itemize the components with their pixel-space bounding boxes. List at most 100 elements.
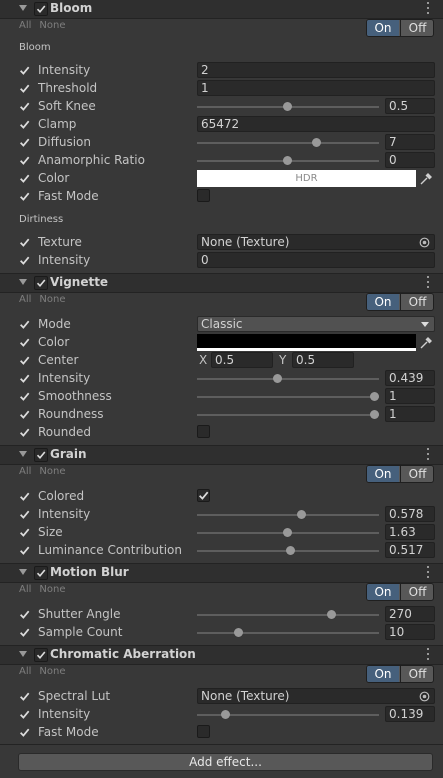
vignette-center-y-input[interactable]: 0.5 — [292, 352, 354, 368]
override-checkbox[interactable] — [19, 609, 30, 620]
slider-track[interactable] — [197, 632, 379, 634]
chevron-down-icon[interactable] — [421, 322, 429, 327]
on-button[interactable]: On — [367, 20, 399, 36]
off-button[interactable]: Off — [400, 466, 433, 482]
eyedropper-icon[interactable] — [418, 335, 434, 351]
collapse-triangle-icon[interactable] — [19, 279, 27, 285]
motionblur-enabled-checkbox[interactable] — [34, 566, 48, 580]
grain-on-off-toggle[interactable]: On Off — [366, 465, 434, 483]
slider-thumb[interactable] — [273, 374, 282, 383]
vignette-header[interactable]: Vignette — [0, 273, 443, 293]
vignette-intensity-input[interactable]: 0.439 — [385, 370, 435, 386]
slider-thumb[interactable] — [312, 138, 321, 147]
slider-thumb[interactable] — [286, 546, 295, 555]
override-checkbox[interactable] — [19, 491, 30, 502]
all-link[interactable]: All — [19, 466, 31, 477]
motionblur-header[interactable]: Motion Blur — [0, 563, 443, 583]
vignette-smoothness-input[interactable]: 1 — [385, 388, 435, 404]
slider-thumb[interactable] — [327, 610, 336, 619]
vignette-center-x-input[interactable]: 0.5 — [211, 352, 273, 368]
override-checkbox[interactable] — [19, 101, 30, 112]
override-checkbox[interactable] — [19, 427, 30, 438]
slider-thumb[interactable] — [370, 392, 379, 401]
chromatic-header[interactable]: Chromatic Aberration — [0, 645, 443, 665]
slider-thumb[interactable] — [283, 156, 292, 165]
override-checkbox[interactable] — [19, 709, 30, 720]
override-checkbox[interactable] — [19, 373, 30, 384]
off-button[interactable]: Off — [400, 584, 433, 600]
grain-intensity-input[interactable]: 0.578 — [385, 506, 435, 522]
on-button[interactable]: On — [367, 466, 399, 482]
chromatic-enabled-checkbox[interactable] — [34, 648, 48, 662]
slider-thumb[interactable] — [283, 102, 292, 111]
override-checkbox[interactable] — [19, 337, 30, 348]
grain-size-input[interactable]: 1.63 — [385, 524, 435, 540]
all-link[interactable]: All — [19, 584, 31, 595]
none-link[interactable]: None — [39, 20, 65, 31]
chromatic-on-off-toggle[interactable]: On Off — [366, 665, 434, 683]
override-checkbox[interactable] — [19, 83, 30, 94]
off-button[interactable]: Off — [400, 20, 433, 36]
grain-luminance-input[interactable]: 0.517 — [385, 542, 435, 558]
vignette-color-swatch[interactable] — [197, 334, 416, 351]
vignette-mode-dropdown[interactable]: Classic — [197, 316, 435, 332]
off-button[interactable]: Off — [400, 294, 433, 310]
override-checkbox[interactable] — [19, 545, 30, 556]
override-checkbox[interactable] — [19, 727, 30, 738]
on-button[interactable]: On — [367, 584, 399, 600]
vignette-rounded-checkbox[interactable] — [197, 425, 210, 438]
slider-track[interactable] — [197, 142, 379, 144]
on-button[interactable]: On — [367, 294, 399, 310]
chromatic-lut-object-field[interactable]: None (Texture) — [197, 688, 435, 704]
slider-thumb[interactable] — [221, 710, 230, 719]
slider-track[interactable] — [197, 514, 379, 516]
none-link[interactable]: None — [39, 466, 65, 477]
collapse-triangle-icon[interactable] — [19, 651, 27, 657]
collapse-triangle-icon[interactable] — [19, 5, 27, 11]
vignette-enabled-checkbox[interactable] — [34, 276, 48, 290]
slider-thumb[interactable] — [234, 628, 243, 637]
grain-colored-checkbox[interactable] — [197, 489, 210, 502]
chromatic-intensity-input[interactable]: 0.139 — [385, 706, 435, 722]
override-checkbox[interactable] — [19, 691, 30, 702]
bloom-anamorphic-input[interactable]: 0 — [385, 152, 435, 168]
kebab-menu-icon[interactable] — [424, 275, 432, 289]
bloom-diffusion-input[interactable]: 7 — [385, 134, 435, 150]
object-picker-icon[interactable] — [419, 691, 430, 702]
slider-track[interactable] — [197, 614, 379, 616]
override-checkbox[interactable] — [19, 137, 30, 148]
none-link[interactable]: None — [39, 666, 65, 677]
override-checkbox[interactable] — [19, 155, 30, 166]
override-checkbox[interactable] — [19, 409, 30, 420]
override-checkbox[interactable] — [19, 119, 30, 130]
bloom-intensity-input[interactable]: 2 — [197, 62, 435, 78]
vignette-on-off-toggle[interactable]: On Off — [366, 293, 434, 311]
override-checkbox[interactable] — [19, 627, 30, 638]
object-picker-icon[interactable] — [419, 237, 430, 248]
all-link[interactable]: All — [19, 20, 31, 31]
chromatic-fastmode-checkbox[interactable] — [197, 725, 210, 738]
override-checkbox[interactable] — [19, 255, 30, 266]
override-checkbox[interactable] — [19, 65, 30, 76]
bloom-fastmode-checkbox[interactable] — [197, 189, 210, 202]
override-checkbox[interactable] — [19, 319, 30, 330]
grain-header[interactable]: Grain — [0, 445, 443, 465]
none-link[interactable]: None — [39, 294, 65, 305]
vignette-roundness-input[interactable]: 1 — [385, 406, 435, 422]
override-checkbox[interactable] — [19, 355, 30, 366]
none-link[interactable]: None — [39, 584, 65, 595]
bloom-color-swatch[interactable]: HDR — [197, 170, 416, 187]
collapse-triangle-icon[interactable] — [19, 569, 27, 575]
bloom-on-off-toggle[interactable]: On Off — [366, 19, 434, 37]
grain-enabled-checkbox[interactable] — [34, 448, 48, 462]
slider-track[interactable] — [197, 396, 379, 398]
kebab-menu-icon[interactable] — [424, 565, 432, 579]
slider-thumb[interactable] — [283, 528, 292, 537]
motionblur-samples-input[interactable]: 10 — [385, 624, 435, 640]
bloom-header[interactable]: Bloom — [0, 0, 443, 19]
bloom-texture-object-field[interactable]: None (Texture) — [197, 234, 435, 250]
on-button[interactable]: On — [367, 666, 399, 682]
add-effect-button[interactable]: Add effect... — [18, 753, 433, 771]
kebab-menu-icon[interactable] — [424, 1, 432, 15]
override-checkbox[interactable] — [19, 237, 30, 248]
